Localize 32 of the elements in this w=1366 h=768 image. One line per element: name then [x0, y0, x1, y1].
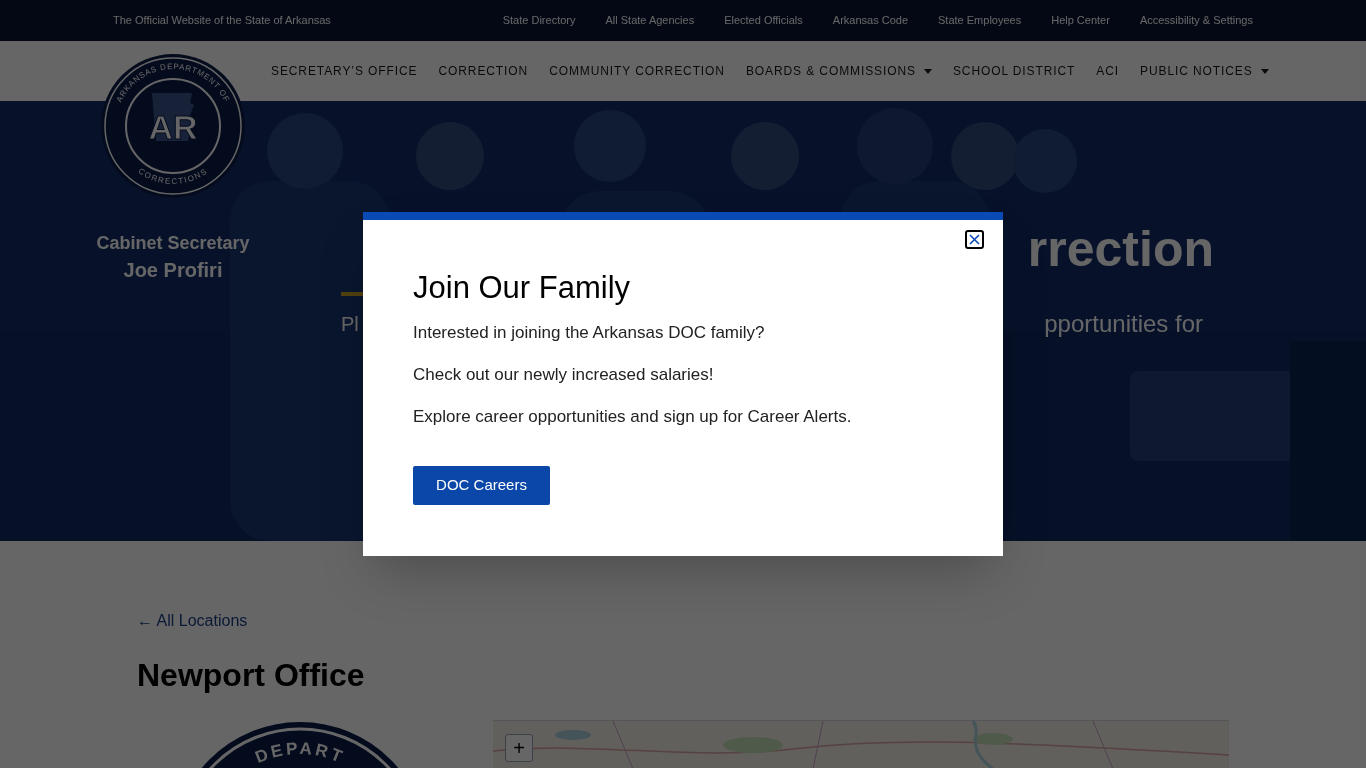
nav-link[interactable]: BOARDS & COMMISSIONS	[745, 62, 932, 80]
zoom-in-button[interactable]: +	[505, 734, 533, 762]
top-link[interactable]: State Directory	[502, 12, 576, 29]
top-link[interactable]: Arkansas Code	[832, 12, 909, 29]
nav-link[interactable]: SECRETARY’S OFFICE	[271, 62, 418, 80]
top-link[interactable]: State Employees	[938, 12, 1022, 29]
nav-link[interactable]: PUBLIC NOTICES	[1140, 62, 1269, 80]
modal-text: Check out our newly increased salaries!	[413, 364, 715, 386]
nav-link[interactable]: COMMUNITY CORRECTION	[549, 62, 725, 80]
nav-link[interactable]: SCHOOL DISTRICT	[952, 62, 1076, 80]
modal-title: Join Our Family	[413, 269, 632, 307]
location-title: Newport Office	[137, 656, 366, 695]
nav-link[interactable]: ACI	[1096, 62, 1120, 80]
back-link[interactable]: ← All Locations	[137, 609, 1366, 633]
top-link[interactable]: Elected Officials	[724, 12, 803, 29]
close-icon	[969, 234, 980, 245]
top-link[interactable]: All State Agencies	[605, 12, 695, 29]
site-tagline: The Official Website of the State of Arkansas	[113, 13, 331, 29]
seal-initials: AR	[148, 108, 198, 146]
modal-text: Interested in joining the Arkansas DOC family?	[413, 322, 766, 344]
hero-heading: rrection	[1027, 220, 1214, 279]
secretary-title: Cabinet Secretary	[96, 232, 250, 255]
nav-link[interactable]: CORRECTION	[438, 62, 529, 80]
department-seal-logo: DEPART	[202, 720, 398, 768]
close-button[interactable]	[965, 230, 984, 249]
secretary-name: Joe Profiri	[123, 258, 223, 283]
top-link[interactable]: Help Center	[1051, 12, 1110, 29]
hero-subtitle: Pl	[341, 312, 359, 337]
modal-text: Explore career opportunities and sign up for Career Alerts.	[413, 406, 853, 428]
top-link[interactable]: Accessibility & Settings	[1139, 12, 1253, 29]
hero-subtitle: pportunities for	[1044, 309, 1203, 339]
careers-button[interactable]: DOC Careers	[413, 466, 550, 505]
